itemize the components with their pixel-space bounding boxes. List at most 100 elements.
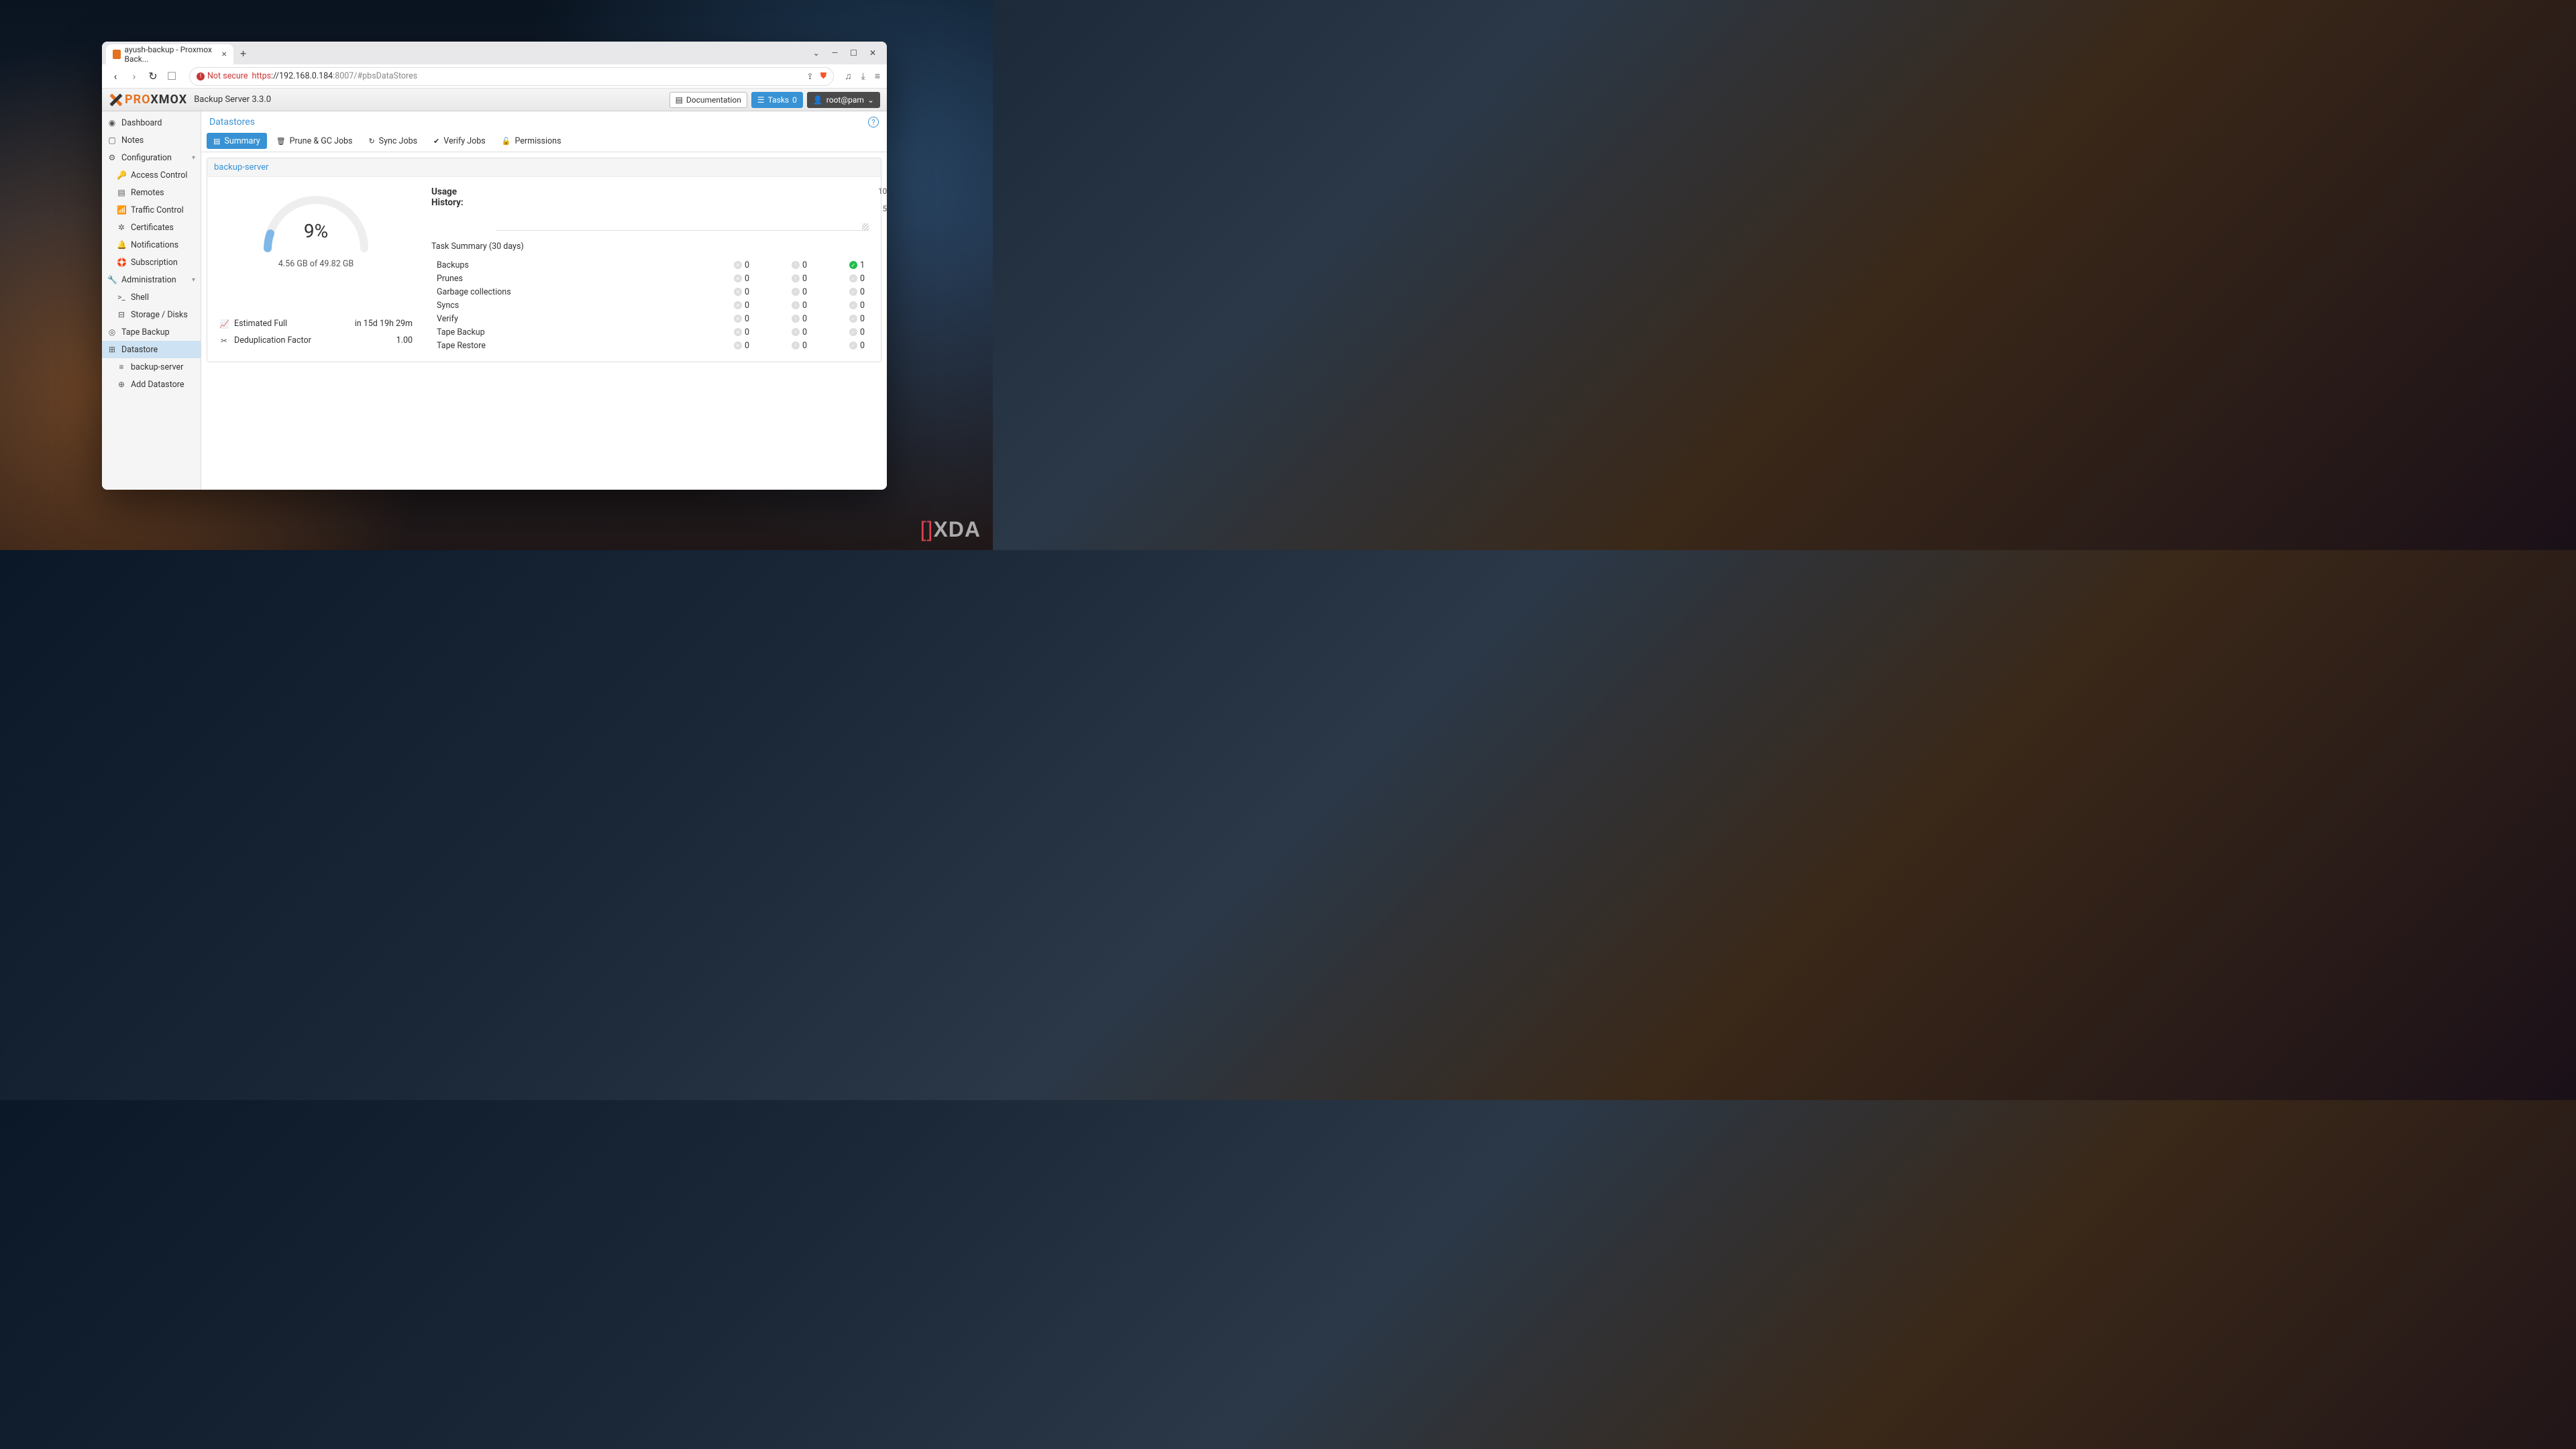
menu-icon[interactable]: ≡ [875,70,880,82]
chevron-down-icon: ▾ [192,276,195,284]
brave-shield-icon[interactable]: ⛊ [820,71,826,81]
resize-handle-icon[interactable] [862,223,869,230]
status-dot-icon: ✕ [734,301,742,309]
sidebar-item-dashboard[interactable]: ◉Dashboard [102,114,201,131]
status-dot-icon: ! [792,328,800,336]
new-tab-button[interactable]: + [240,47,246,60]
chevron-down-icon: ⌄ [867,95,874,105]
tab-sync[interactable]: ↻Sync Jobs [362,133,424,149]
download-icon[interactable]: ⤓ [861,71,865,82]
database-icon: ≡ [117,362,126,372]
sidebar-item-shell[interactable]: >_Shell [102,288,201,306]
task-ok-count: ✓0 [811,274,869,284]
usage-gauge: 9% [256,186,376,254]
share-icon[interactable]: ⇪ [806,71,813,82]
music-icon[interactable]: ♫ [845,70,852,82]
plus-circle-icon: ⊕ [117,380,126,389]
reload-button[interactable]: ↻ [146,70,160,83]
status-dot-icon: ✕ [734,288,742,296]
task-row: Syncs✕0!0✓0 [431,299,869,312]
breadcrumb[interactable]: Datastores [209,117,255,127]
task-name: Backups [431,260,696,270]
terminal-icon: >_ [117,292,126,302]
content-tabs: ▤Summary 🗑Prune & GC Jobs ↻Sync Jobs ✔Ve… [201,130,887,152]
status-dot-icon: ! [792,261,800,269]
task-warning-count: !0 [753,287,811,297]
help-icon[interactable]: ? [868,117,879,127]
notes-icon: ▢ [107,136,117,145]
sidebar-item-administration[interactable]: 🔧Administration▾ [102,271,201,288]
sidebar-item-access-control[interactable]: 🔑Access Control [102,166,201,184]
tab-prune-gc[interactable]: 🗑Prune & GC Jobs [270,133,360,149]
sidebar-item-tape-backup[interactable]: ◎Tape Backup [102,323,201,341]
tasks-button[interactable]: ☰ Tasks 0 [751,92,803,108]
sidebar-item-add-datastore[interactable]: ⊕Add Datastore [102,376,201,393]
tab-close-icon[interactable]: × [222,49,227,60]
task-ok-count: ✓0 [811,287,869,297]
tabs-dropdown-icon[interactable]: ⌄ [813,48,820,58]
app-header: PROXMOX Backup Server 3.3.0 ▤ Documentat… [102,89,887,111]
tab-verify[interactable]: ✔Verify Jobs [427,133,492,149]
sidebar-item-remotes[interactable]: ▤Remotes [102,184,201,201]
task-row: Verify✕0!0✓0 [431,312,869,325]
status-dot-icon: ✓ [849,301,857,309]
close-window-icon[interactable]: ✕ [869,48,876,58]
task-error-count: ✕0 [696,274,753,284]
tab-summary[interactable]: ▤Summary [207,133,267,149]
task-warning-count: !0 [753,301,811,311]
documentation-button[interactable]: ▤ Documentation [669,92,747,108]
tab-title: ayush-backup - Proxmox Back... [125,45,218,64]
task-warning-count: !0 [753,327,811,337]
back-button[interactable]: ‹ [109,70,122,83]
tab-favicon [113,50,121,59]
logo-x-icon [109,93,123,107]
task-warning-count: !0 [753,341,811,351]
task-summary-title: Task Summary (30 days) [431,241,869,252]
browser-toolbar: ‹ › ↻ ☐ ! Not secure https://192.168.0.1… [102,64,887,89]
forward-button[interactable]: › [127,70,141,83]
sidebar-item-storage-disks[interactable]: ⊟Storage / Disks [102,306,201,323]
sidebar-item-notifications[interactable]: 🔔Notifications [102,236,201,254]
panel-body: 9% 4.56 GB of 49.82 GB 📈 Estimated Full … [207,177,881,362]
security-indicator[interactable]: ! Not secure [197,71,248,81]
panel-title[interactable]: backup-server [207,158,881,177]
key-icon: 🔑 [117,170,126,180]
task-name: Verify [431,314,696,324]
sidebar-item-datastore[interactable]: ⊞Datastore [102,341,201,358]
sidebar-item-subscription[interactable]: 🛟Subscription [102,254,201,271]
bookmark-icon[interactable]: ☐ [165,70,178,83]
datastore-panel: backup-server 9% 4.56 GB of 49.82 GB [207,158,881,362]
browser-tab[interactable]: ayush-backup - Proxmox Back... × [106,44,233,64]
task-error-count: ✕0 [696,341,753,351]
bell-icon: 🔔 [117,240,126,250]
task-warning-count: !0 [753,314,811,324]
compress-icon: ✂ [219,336,229,345]
maximize-icon[interactable]: ☐ [850,48,857,58]
minimize-icon[interactable]: — [832,48,838,58]
content-area: Datastores ? ▤Summary 🗑Prune & GC Jobs ↻… [201,111,887,490]
tape-icon: ◎ [107,327,117,337]
status-dot-icon: ✓ [849,315,857,323]
sidebar-item-certificates[interactable]: ✲Certificates [102,219,201,236]
wrench-icon: 🔧 [107,275,117,284]
sidebar-item-traffic-control[interactable]: 📶Traffic Control [102,201,201,219]
sidebar-item-backup-server[interactable]: ≡backup-server [102,358,201,376]
task-error-count: ✕0 [696,287,753,297]
user-menu-button[interactable]: 👤 root@pam ⌄ [807,92,880,108]
sidebar-item-notes[interactable]: ▢Notes [102,131,201,149]
unlock-icon: 🔓 [502,137,511,146]
tab-permissions[interactable]: 🔓Permissions [495,133,568,149]
signal-icon: 📶 [117,205,126,215]
task-warning-count: !0 [753,274,811,284]
url-bar[interactable]: ! Not secure https://192.168.0.184:8007/… [189,67,834,86]
proxmox-logo[interactable]: PROXMOX [109,93,187,107]
database-icon: ⊞ [107,345,117,354]
status-dot-icon: ✕ [734,328,742,336]
task-error-count: ✕0 [696,327,753,337]
task-summary-table: Backups✕0!0✓1Prunes✕0!0✓0Garbage collect… [431,258,869,352]
task-name: Garbage collections [431,287,696,297]
sidebar-item-configuration[interactable]: ⚙Configuration▾ [102,149,201,166]
task-row: Garbage collections✕0!0✓0 [431,285,869,299]
content-header: Datastores ? [201,111,887,130]
task-row: Backups✕0!0✓1 [431,258,869,272]
